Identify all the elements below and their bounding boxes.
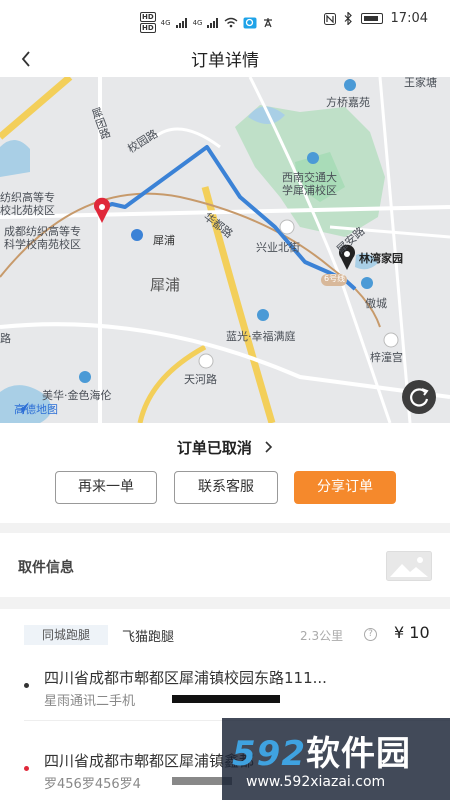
order-status-card: 订单已取消 再来一单 联系客服 分享订单 (0, 423, 450, 523)
watermark-brand-num: 592 (232, 734, 306, 774)
app-root: HD HD 4G 4G 17:04 订单详情 王家塘 方桥嘉苑 犀团路 校园路 … (0, 0, 450, 800)
service-name: 飞猫跑腿 (122, 630, 175, 645)
share-order-button[interactable]: 分享订单 (294, 471, 396, 504)
sim2-badge: HD (140, 23, 156, 33)
watermark-overlay: 592软件园 www.592xiazai.com (222, 718, 450, 800)
map-label: 王家塘 (404, 77, 437, 89)
refresh-icon (410, 388, 429, 407)
map-label: 学犀浦校区 (282, 184, 337, 197)
redacted-phone (172, 695, 280, 703)
watermark-brand-text: 软件园 (305, 734, 411, 774)
translate-icon (264, 17, 273, 27)
nfc-icon (323, 12, 336, 25)
title-bar: 订单详情 (0, 40, 450, 77)
map-area-label: 犀浦 (150, 276, 181, 294)
service-type-badge: 同城跑腿 (24, 625, 108, 645)
app-notification-icon (243, 17, 257, 28)
chevron-right-icon (263, 440, 273, 458)
watermark-url: www.592xiazai.com (246, 774, 386, 790)
map-label: 路 (0, 332, 11, 345)
amap-logo: 高德地图 (14, 401, 58, 417)
map-label: 林湾家园 (359, 252, 403, 265)
map-label: 校北苑校区 (0, 204, 55, 217)
page-title: 订单详情 (191, 51, 259, 71)
image-placeholder-icon[interactable] (386, 551, 432, 581)
pickup-info-title: 取件信息 (18, 560, 74, 576)
map-label: 6号线 (324, 274, 346, 283)
sim-indicator: HD HD (140, 12, 156, 33)
map-label: 兴业北街 (256, 241, 300, 254)
order-status-row[interactable]: 订单已取消 (0, 437, 450, 458)
network2-label: 4G (192, 18, 203, 27)
wifi-icon (225, 17, 238, 28)
battery-icon (360, 13, 383, 24)
metro-station-icon (131, 229, 143, 241)
bluetooth-icon (344, 12, 352, 25)
map-label: 蓝光·幸福满庭 (226, 330, 296, 343)
help-icon[interactable]: ? (364, 628, 377, 641)
distance-text: 2.3公里 (300, 629, 344, 643)
map-label: 天河路 (184, 373, 217, 386)
map-label: 科学校南苑校区 (4, 238, 81, 251)
dropoff-dot-icon (24, 766, 29, 771)
status-icons-left: HD HD 4G 4G (140, 12, 274, 33)
map-label: 梓潼宫 (370, 351, 403, 364)
status-bar: HD HD 4G 4G 17:04 (0, 0, 450, 40)
clock: 17:04 (390, 11, 428, 26)
start-pin-icon (94, 197, 110, 223)
reorder-button[interactable]: 再来一单 (55, 471, 157, 504)
route-map[interactable]: 王家塘 方桥嘉苑 犀团路 校园路 西南交通大 学犀浦校区 纺织高等专 校北苑校区… (0, 77, 450, 423)
status-icons-right: 17:04 (323, 11, 428, 26)
signal2-icon (207, 17, 219, 28)
signal1-icon (175, 17, 188, 28)
pickup-address: 四川省成都市郫都区犀浦镇校园东路111... (44, 669, 327, 687)
pickup-dot-icon (24, 683, 29, 688)
watermark-brand: 592软件园 (232, 726, 411, 775)
dropoff-contact: 罗456罗456罗4 (44, 777, 141, 792)
sim1-badge: HD (140, 12, 156, 22)
price-text: ¥ 10 (394, 623, 430, 642)
refresh-button[interactable] (402, 380, 436, 414)
network1-label: 4G (160, 18, 171, 27)
order-status-text: 订单已取消 (176, 439, 252, 457)
pickup-contact: 星雨通讯二手机 (44, 694, 136, 709)
map-label: 傲城 (365, 297, 387, 310)
map-label: 犀浦 (153, 234, 175, 247)
navigation-arrow-icon (15, 402, 29, 414)
contact-support-button[interactable]: 联系客服 (174, 471, 278, 504)
map-label: 方桥嘉苑 (326, 96, 370, 109)
pickup-info-section: 取件信息 (0, 533, 450, 597)
